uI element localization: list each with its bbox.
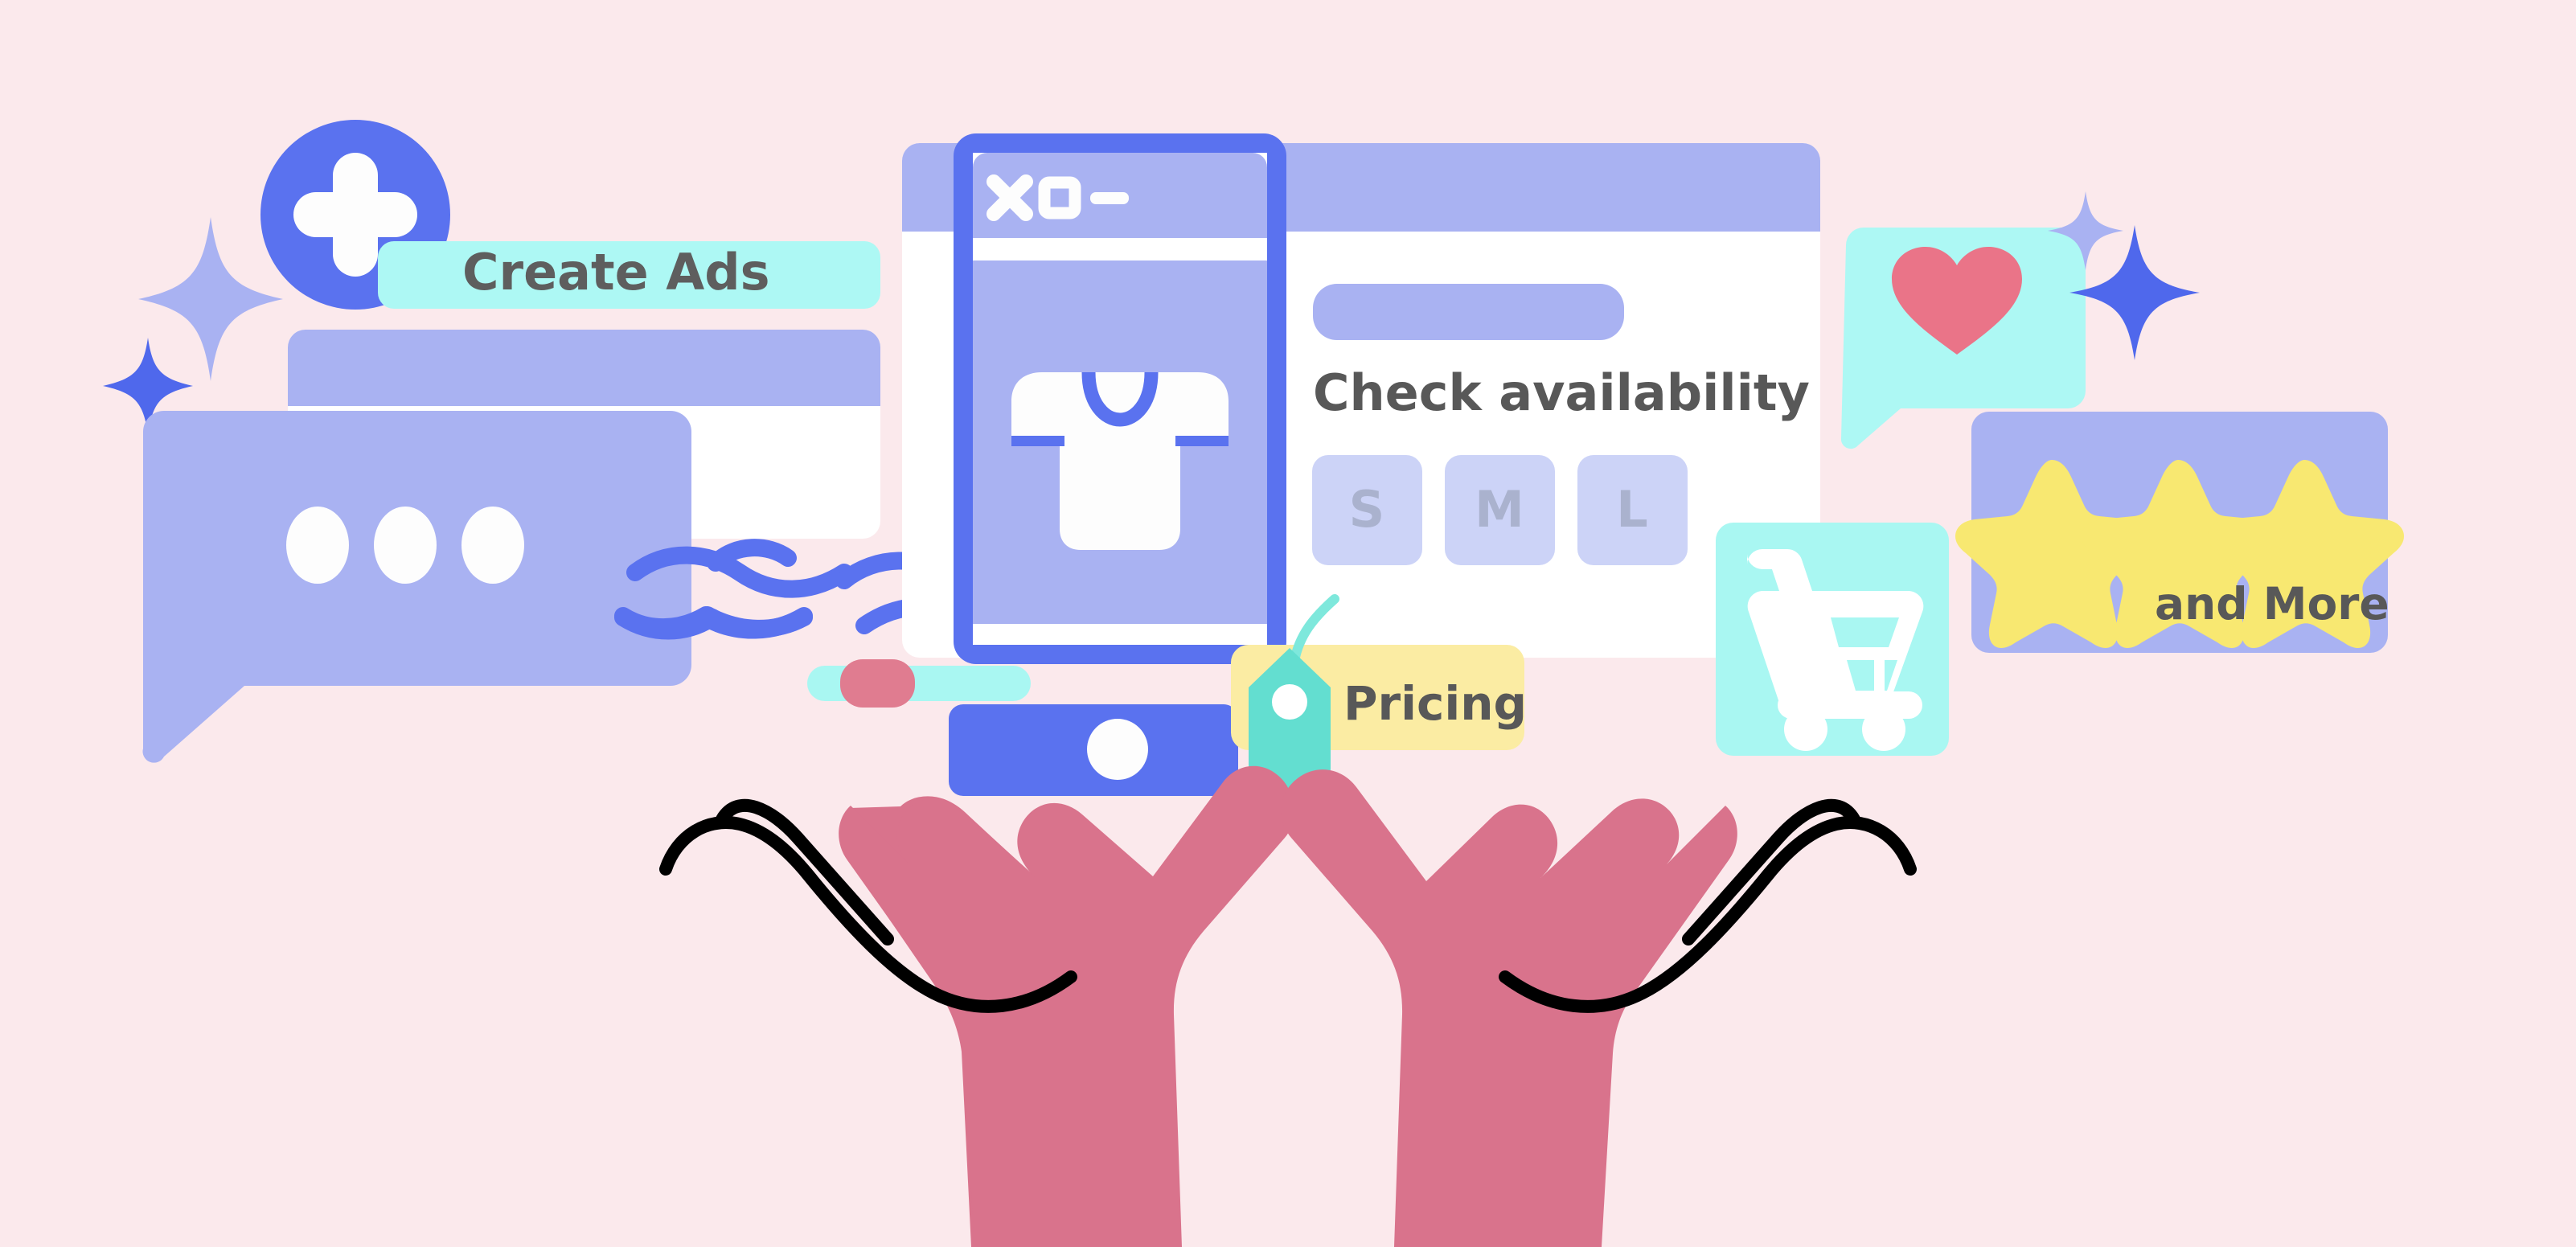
- illustration-svg: Create Ads Check availability S M L Pric…: [0, 0, 2576, 1247]
- tshirt-sleeve-trim-left: [1011, 436, 1064, 446]
- size-option-l-label: L: [1616, 480, 1648, 539]
- cart-card[interactable]: [1716, 523, 1949, 756]
- rating-card: and More: [1955, 412, 2404, 653]
- size-option-s[interactable]: S: [1312, 455, 1422, 565]
- cart-wheel: [1784, 708, 1827, 751]
- price-tag-hole: [1272, 684, 1307, 720]
- cart-wheel: [1862, 708, 1905, 751]
- size-option-m[interactable]: M: [1445, 455, 1555, 565]
- size-option-s-label: S: [1349, 480, 1385, 539]
- slider-control[interactable]: [807, 659, 1031, 708]
- illustration-canvas: Create Ads Check availability S M L Pric…: [0, 0, 2576, 1247]
- typing-dots-icon: [286, 507, 349, 584]
- and-more-label: and More: [2155, 578, 2389, 630]
- browser-url-placeholder-bar: [1313, 284, 1624, 340]
- typing-dots-icon: [461, 507, 524, 584]
- size-option-l[interactable]: L: [1577, 455, 1688, 565]
- check-availability-heading: Check availability: [1313, 363, 1810, 422]
- create-ads-label: Create Ads: [462, 243, 770, 301]
- typing-dots-icon: [374, 507, 437, 584]
- tshirt-sleeve-trim-right: [1175, 436, 1229, 446]
- minimize-icon[interactable]: [1090, 192, 1129, 204]
- plus-icon: [293, 192, 417, 237]
- home-button[interactable]: [1087, 719, 1148, 780]
- pricing-label: Pricing: [1343, 676, 1527, 731]
- left-card-header: [288, 330, 880, 406]
- phone-mockup: [954, 133, 1286, 664]
- phone-home-bar: [949, 704, 1238, 796]
- slider-handle[interactable]: [840, 659, 915, 708]
- size-option-m-label: M: [1475, 480, 1524, 539]
- create-ads-chip[interactable]: Create Ads: [378, 241, 880, 309]
